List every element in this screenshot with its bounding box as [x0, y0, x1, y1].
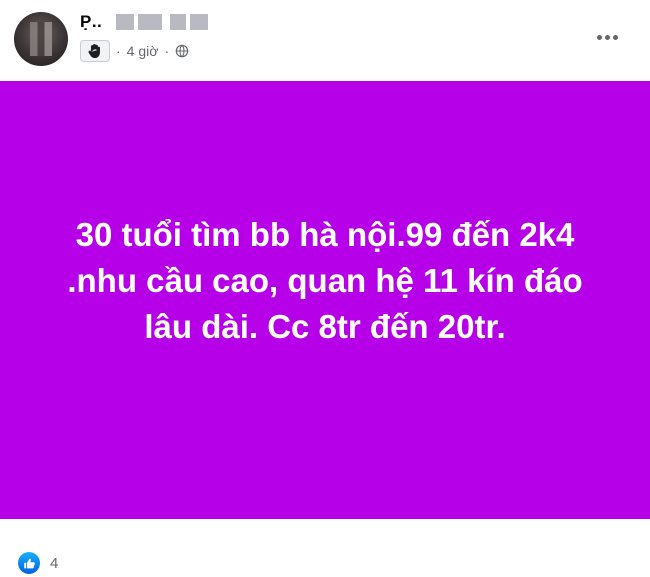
more-horizontal-icon — [604, 34, 610, 40]
author-name-blur — [170, 14, 186, 30]
more-horizontal-icon — [596, 34, 602, 40]
post-header: P̣.. · 4 giờ · — [0, 0, 650, 80]
wave-hand-icon[interactable] — [80, 40, 110, 62]
post-time[interactable]: 4 giờ — [127, 43, 159, 59]
author-name-blur — [190, 14, 208, 30]
reaction-count: 4 — [50, 554, 59, 572]
more-horizontal-icon — [612, 34, 618, 40]
post-content-card: 30 tuổi tìm bb hà nội.99 đến 2k4 .nhu cầ… — [0, 81, 650, 519]
post-meta: · 4 giờ · — [80, 40, 189, 62]
globe-icon[interactable] — [175, 44, 189, 58]
reactions-summary[interactable]: 4 — [18, 551, 58, 575]
separator-dot: · — [116, 43, 121, 59]
author-name-blur — [116, 14, 134, 30]
separator-dot: · — [164, 43, 170, 59]
more-options-button[interactable] — [590, 22, 624, 52]
avatar[interactable] — [14, 12, 68, 66]
author-name[interactable]: P̣.. — [80, 12, 102, 32]
like-icon — [18, 552, 40, 574]
avatar-blur — [30, 22, 52, 56]
post-text: 30 tuổi tìm bb hà nội.99 đến 2k4 .nhu cầ… — [67, 216, 583, 345]
author-name-blur — [138, 14, 162, 30]
